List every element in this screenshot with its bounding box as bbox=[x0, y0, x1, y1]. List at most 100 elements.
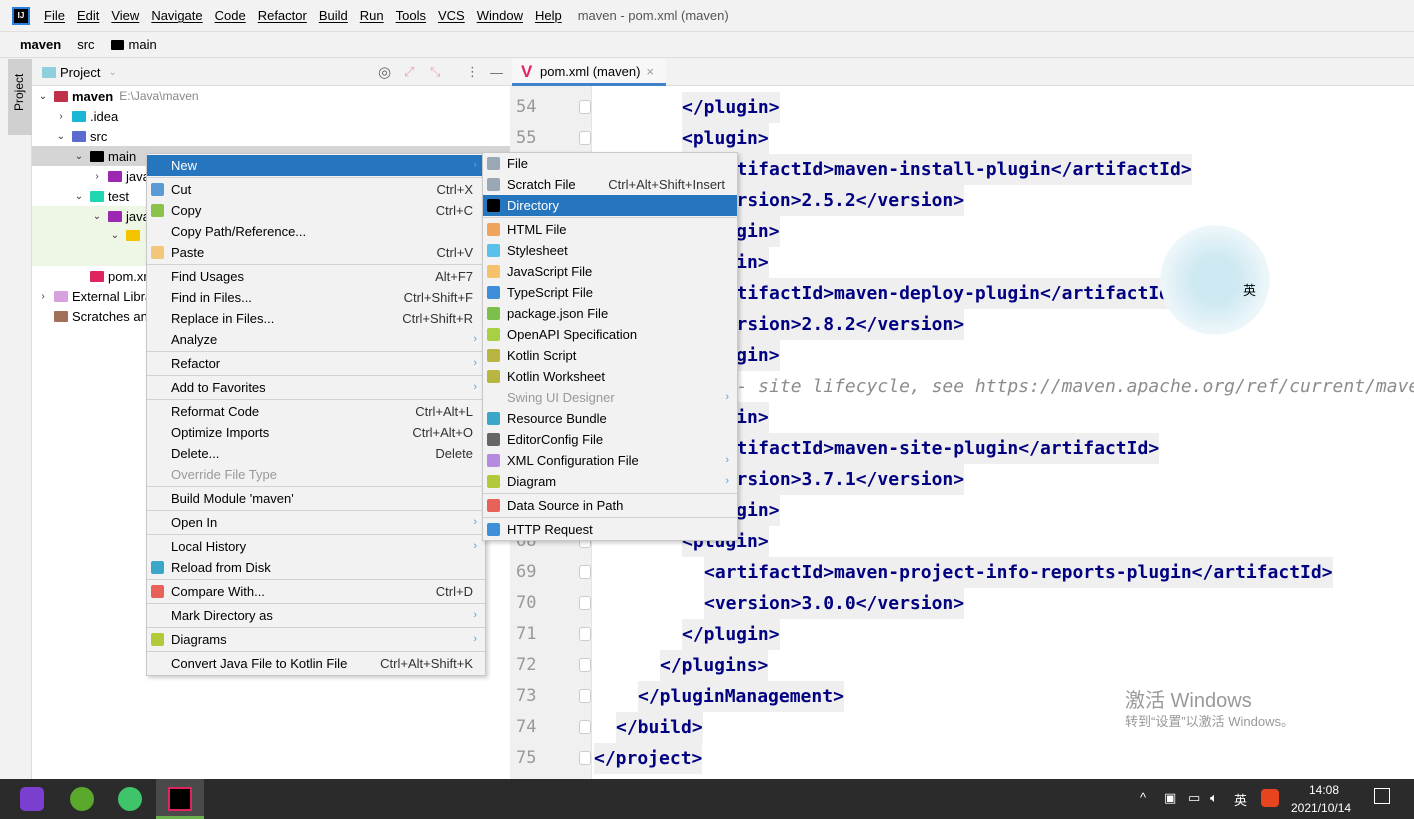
locate-icon[interactable]: ◎ bbox=[378, 63, 391, 81]
menu-edit[interactable]: Edit bbox=[71, 8, 105, 23]
code-line[interactable]: <artifactId>maven-deploy-plugin</artifac… bbox=[704, 278, 1181, 309]
menu-item-editorconfig-file[interactable]: EditorConfig File bbox=[483, 429, 737, 450]
menu-item-directory[interactable]: Directory bbox=[483, 195, 737, 216]
menu-item-mark-directory-as[interactable]: Mark Directory as › bbox=[147, 605, 485, 626]
app-green-icon[interactable] bbox=[70, 787, 94, 811]
menu-navigate[interactable]: Navigate bbox=[145, 8, 208, 23]
fold-marker-icon[interactable] bbox=[579, 751, 591, 765]
menu-item-local-history[interactable]: Local History › bbox=[147, 536, 485, 557]
code-line[interactable]: <version>3.0.0</version> bbox=[704, 588, 965, 619]
menu-item-optimize-imports[interactable]: Optimize Imports Ctrl+Alt+O bbox=[147, 422, 485, 443]
code-line[interactable]: <version>3.7.1</version> bbox=[704, 464, 965, 495]
network-icon[interactable]: ▭ bbox=[1188, 790, 1200, 806]
menu-file[interactable]: File bbox=[38, 8, 71, 23]
sogou-icon[interactable] bbox=[1261, 789, 1279, 807]
menu-item-resource-bundle[interactable]: Resource Bundle bbox=[483, 408, 737, 429]
menu-item-paste[interactable]: Paste Ctrl+V bbox=[147, 242, 485, 263]
breadcrumb-main[interactable]: main bbox=[110, 37, 173, 52]
code-line[interactable]: </project> bbox=[594, 743, 703, 774]
menu-item-diagram[interactable]: Diagram › bbox=[483, 471, 737, 492]
fold-marker-icon[interactable] bbox=[579, 658, 591, 672]
chevron-down-icon[interactable]: ⌄ bbox=[108, 230, 122, 241]
code-line[interactable]: </plugins> bbox=[660, 650, 769, 681]
chevron-right-icon[interactable]: › bbox=[90, 171, 104, 182]
menu-item-find-usages[interactable]: Find Usages Alt+F7 bbox=[147, 266, 485, 287]
code-line[interactable]: </pluginManagement> bbox=[638, 681, 844, 712]
menu-item-open-in[interactable]: Open In › bbox=[147, 512, 485, 533]
code-line[interactable]: <plugin> bbox=[682, 123, 769, 154]
tab-pom-xml[interactable]: V pom.xml (maven) × bbox=[512, 59, 667, 86]
project-tool-tab[interactable]: Project bbox=[8, 59, 32, 135]
clock-date[interactable]: 2021/10/14 bbox=[1291, 801, 1351, 815]
chevron-down-icon[interactable]: ⌄ bbox=[36, 91, 50, 102]
menu-item-file[interactable]: File bbox=[483, 153, 737, 174]
code-line[interactable]: <version>2.8.2</version> bbox=[704, 309, 965, 340]
menu-item-scratch-file[interactable]: Scratch File Ctrl+Alt+Shift+Insert bbox=[483, 174, 737, 195]
menu-code[interactable]: Code bbox=[209, 8, 252, 23]
fold-marker-icon[interactable] bbox=[579, 565, 591, 579]
chevron-down-icon[interactable]: ⌄ bbox=[72, 191, 86, 202]
phpstorm-icon[interactable] bbox=[20, 787, 44, 811]
tree-item[interactable]: ⌄ src bbox=[32, 126, 510, 146]
menu-window[interactable]: Window bbox=[471, 8, 529, 23]
menu-item-copy-path-reference[interactable]: Copy Path/Reference... bbox=[147, 221, 485, 242]
menu-item-cut[interactable]: Cut Ctrl+X bbox=[147, 179, 485, 200]
volume-icon[interactable]: 🔈︎ bbox=[1210, 790, 1218, 806]
menu-refactor[interactable]: Refactor bbox=[252, 8, 313, 23]
clock-time[interactable]: 14:08 bbox=[1309, 783, 1339, 797]
menu-item-convert-java-file-to-kotlin-file[interactable]: Convert Java File to Kotlin File Ctrl+Alt… bbox=[147, 653, 485, 674]
menu-item-html-file[interactable]: HTML File bbox=[483, 219, 737, 240]
fold-marker-icon[interactable] bbox=[579, 131, 591, 145]
fold-marker-icon[interactable] bbox=[579, 689, 591, 703]
panel-title[interactable]: Project bbox=[60, 65, 100, 80]
code-line[interactable]: </plugin> bbox=[682, 619, 780, 650]
menu-vcs[interactable]: VCS bbox=[432, 8, 471, 23]
menu-item-compare-with[interactable]: Compare With... Ctrl+D bbox=[147, 581, 485, 602]
menu-tools[interactable]: Tools bbox=[390, 8, 432, 23]
code-line[interactable]: </plugin> bbox=[682, 92, 780, 123]
menu-run[interactable]: Run bbox=[354, 8, 390, 23]
menu-item-stylesheet[interactable]: Stylesheet bbox=[483, 240, 737, 261]
menu-item-data-source-in-path[interactable]: Data Source in Path bbox=[483, 495, 737, 516]
menu-item-kotlin-script[interactable]: Kotlin Script bbox=[483, 345, 737, 366]
chevron-down-icon[interactable]: ⌄ bbox=[108, 67, 116, 78]
menu-build[interactable]: Build bbox=[313, 8, 354, 23]
fold-marker-icon[interactable] bbox=[579, 100, 591, 114]
tree-item[interactable]: ⌄ maven E:\Java\maven bbox=[32, 86, 510, 106]
hide-icon[interactable]: — bbox=[490, 65, 503, 80]
notification-icon[interactable] bbox=[1374, 788, 1390, 804]
fold-marker-icon[interactable] bbox=[579, 720, 591, 734]
tray-app-icon[interactable]: ▣ bbox=[1164, 790, 1176, 806]
ime-indicator[interactable]: 英 bbox=[1234, 790, 1247, 809]
chevron-down-icon[interactable]: ⌄ bbox=[54, 131, 68, 142]
tree-item[interactable]: › .idea bbox=[32, 106, 510, 126]
menu-item-kotlin-worksheet[interactable]: Kotlin Worksheet bbox=[483, 366, 737, 387]
menu-item-javascript-file[interactable]: JavaScript File bbox=[483, 261, 737, 282]
menu-item-find-in-files[interactable]: Find in Files... Ctrl+Shift+F bbox=[147, 287, 485, 308]
menu-item-build-module-maven[interactable]: Build Module 'maven' bbox=[147, 488, 485, 509]
expand-all-icon[interactable]: ⤢ bbox=[404, 64, 414, 80]
breadcrumb-src[interactable]: src bbox=[77, 37, 94, 52]
intellij-taskbar-button[interactable] bbox=[156, 779, 204, 819]
menu-item-http-request[interactable]: HTTP Request bbox=[483, 519, 737, 540]
menu-item-reformat-code[interactable]: Reformat Code Ctrl+Alt+L bbox=[147, 401, 485, 422]
menu-item-add-to-favorites[interactable]: Add to Favorites › bbox=[147, 377, 485, 398]
menu-item-analyze[interactable]: Analyze › bbox=[147, 329, 485, 350]
fold-marker-icon[interactable] bbox=[579, 596, 591, 610]
code-line[interactable]: <!-- site lifecycle, see https://maven.a… bbox=[704, 371, 1414, 402]
fold-marker-icon[interactable] bbox=[579, 627, 591, 641]
chevron-right-icon[interactable]: › bbox=[36, 291, 50, 302]
tray-expand-icon[interactable]: ^ bbox=[1140, 790, 1146, 805]
code-line[interactable]: <artifactId>maven-install-plugin</artifa… bbox=[704, 154, 1192, 185]
menu-item-openapi-specification[interactable]: OpenAPI Specification bbox=[483, 324, 737, 345]
menu-item-typescript-file[interactable]: TypeScript File bbox=[483, 282, 737, 303]
chevron-right-icon[interactable]: › bbox=[54, 111, 68, 122]
code-line[interactable]: </build> bbox=[616, 712, 703, 743]
close-icon[interactable]: × bbox=[646, 64, 654, 79]
menu-item-xml-configuration-file[interactable]: XML Configuration File › bbox=[483, 450, 737, 471]
menu-item-reload-from-disk[interactable]: Reload from Disk bbox=[147, 557, 485, 578]
code-line[interactable]: <version>2.5.2</version> bbox=[704, 185, 965, 216]
wechat-icon[interactable] bbox=[118, 787, 142, 811]
menu-help[interactable]: Help bbox=[529, 8, 568, 23]
menu-item-copy[interactable]: Copy Ctrl+C bbox=[147, 200, 485, 221]
